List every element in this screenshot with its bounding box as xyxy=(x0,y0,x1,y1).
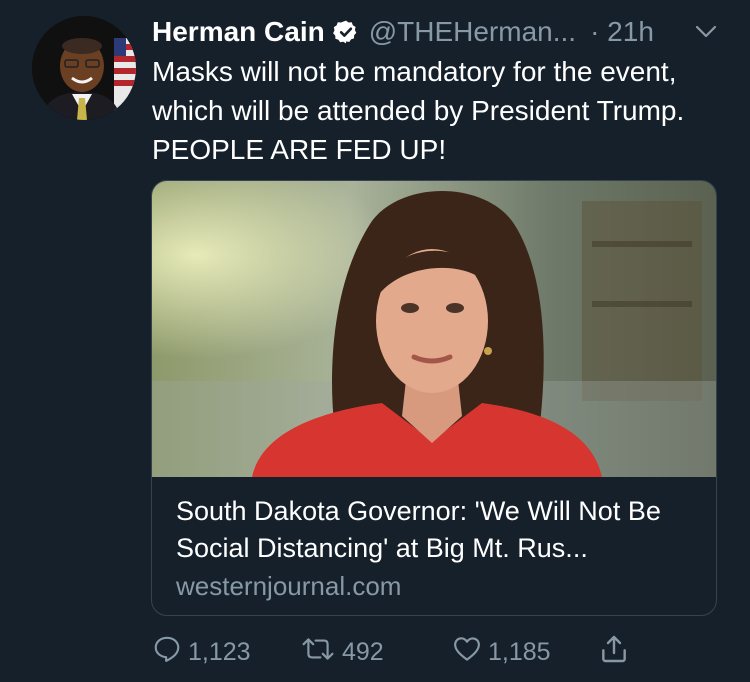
share-button[interactable] xyxy=(598,632,636,672)
retweet-count: 492 xyxy=(342,637,384,666)
author-handle[interactable]: @THEHerman... xyxy=(369,16,576,48)
reply-button[interactable]: 1,123 xyxy=(152,632,251,672)
tweet-actions: 1,123 492 1,185 xyxy=(152,632,652,672)
share-icon xyxy=(598,633,636,672)
retweet-icon xyxy=(300,634,342,671)
like-count: 1,185 xyxy=(488,637,551,666)
retweet-button[interactable]: 492 xyxy=(300,632,384,672)
author-avatar-photo xyxy=(32,16,136,120)
link-card-title: South Dakota Governor: 'We Will Not Be S… xyxy=(176,496,661,563)
chevron-down-icon[interactable] xyxy=(694,22,718,42)
like-button[interactable]: 1,185 xyxy=(452,632,551,672)
link-card-image xyxy=(152,181,716,477)
author-avatar[interactable] xyxy=(32,16,136,120)
link-card-domain: westernjournal.com xyxy=(176,571,402,601)
verified-badge-icon xyxy=(332,19,359,45)
tweet-timestamp[interactable]: · 21h xyxy=(590,16,654,48)
reply-icon xyxy=(152,634,188,671)
tweet-text: Masks will not be mandatory for the even… xyxy=(152,56,685,165)
link-card-meta: South Dakota Governor: 'We Will Not Be S… xyxy=(176,493,696,603)
like-icon xyxy=(452,634,488,671)
link-card[interactable]: South Dakota Governor: 'We Will Not Be S… xyxy=(151,180,717,616)
tweet-header: Herman Cain @THEHerman... · 21h xyxy=(152,12,732,52)
reply-count: 1,123 xyxy=(188,637,251,666)
author-name[interactable]: Herman Cain xyxy=(152,16,325,48)
